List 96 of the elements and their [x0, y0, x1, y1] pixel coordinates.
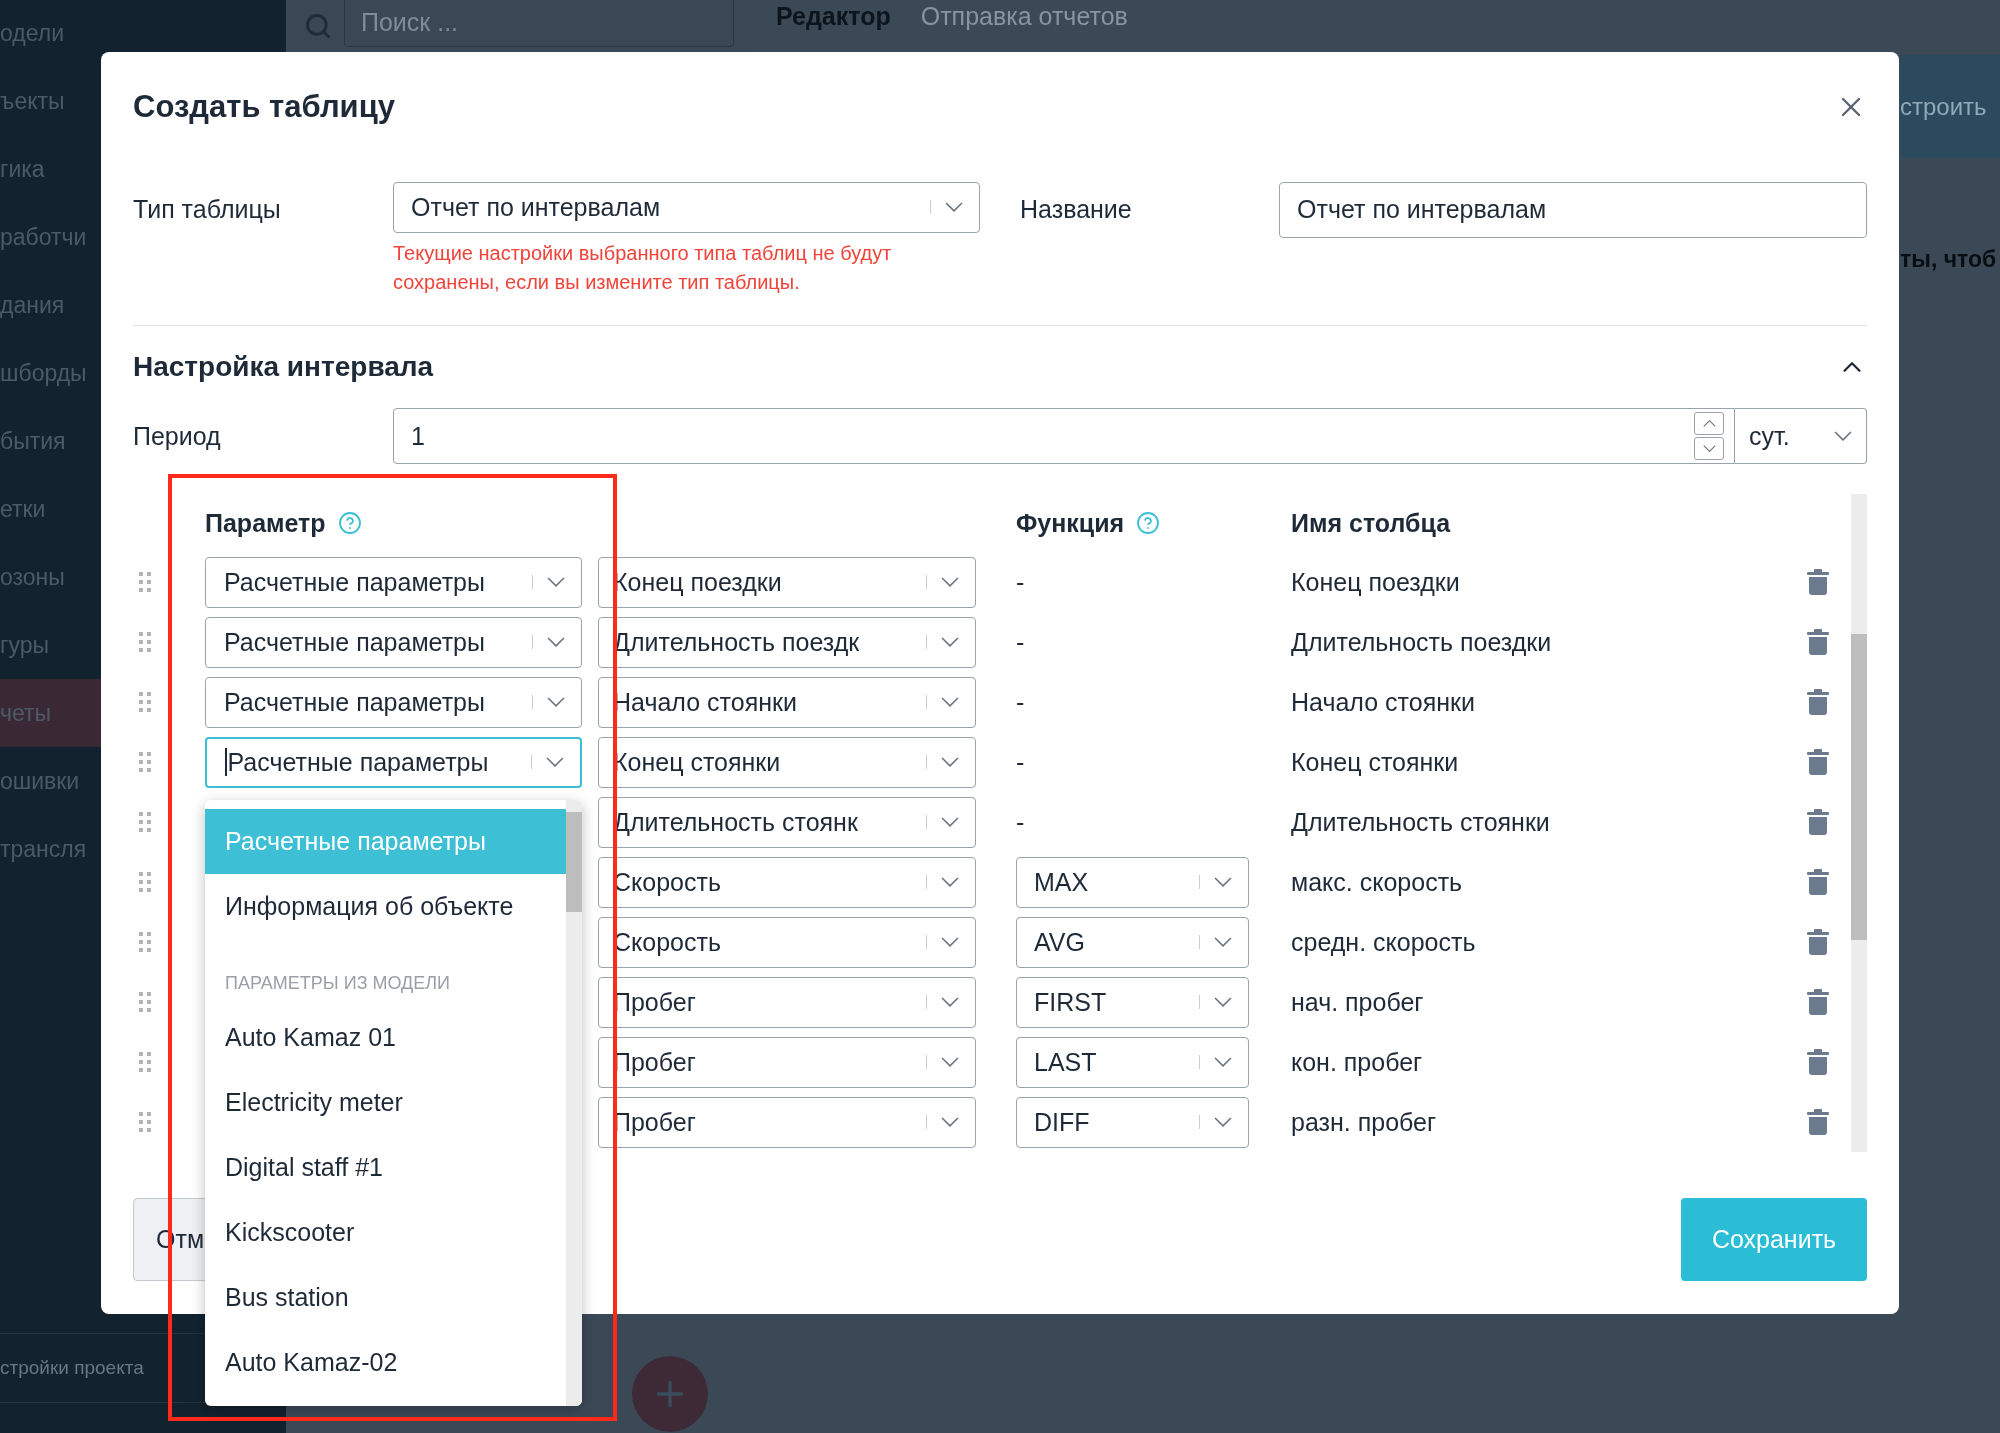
function-text: - — [1016, 747, 1026, 777]
chevron-down-icon — [1214, 1057, 1232, 1067]
chevron-down-icon — [941, 1057, 959, 1067]
chevron-down-icon — [547, 637, 565, 647]
name-field[interactable]: Отчет по интервалам — [1279, 181, 1867, 238]
column-name-text: разн. пробег — [1291, 1107, 1438, 1137]
column-header: Функция — [1016, 508, 1125, 538]
chevron-down-icon — [547, 577, 565, 587]
chevron-down-icon — [1214, 877, 1232, 887]
chevron-down-icon — [1214, 1117, 1232, 1127]
chevron-down-icon — [1214, 997, 1232, 1007]
field-label: Название — [1020, 194, 1133, 225]
chevron-down-icon — [941, 877, 959, 887]
parameter-select[interactable]: Скорость — [598, 856, 976, 908]
drag-handle-icon[interactable] — [139, 812, 151, 832]
scrollbar[interactable] — [566, 800, 582, 1406]
parameter-select[interactable]: Длительность стоянк — [598, 796, 976, 848]
chevron-down-icon — [941, 937, 959, 947]
drag-handle-icon[interactable] — [139, 752, 151, 772]
warning-text: Текущие настройки выбранного типа таблиц не будут сохранены, если вы измените тип таблицы. — [393, 240, 893, 295]
function-text: - — [1016, 567, 1026, 597]
trash-icon[interactable] — [1807, 629, 1829, 655]
period-field[interactable]: 1 — [393, 408, 1735, 464]
help-icon[interactable] — [337, 511, 362, 535]
drag-handle-icon[interactable] — [139, 932, 151, 952]
chevron-down-icon — [941, 1117, 959, 1127]
increment-button[interactable] — [1694, 412, 1724, 435]
column-name-text: макс. скорость — [1291, 867, 1464, 897]
search-icon — [304, 12, 332, 40]
chevron-up-icon — [1702, 419, 1716, 428]
unit-select[interactable]: сут. — [1735, 408, 1867, 464]
column-name-text: Конец поездки — [1291, 567, 1461, 597]
chevron-down-icon — [941, 757, 959, 767]
help-icon[interactable] — [1136, 511, 1161, 535]
function-text: - — [1016, 627, 1026, 657]
trash-icon[interactable] — [1807, 929, 1829, 955]
column-header: Параметр — [205, 508, 326, 538]
chevron-down-icon — [1214, 937, 1232, 947]
source-select[interactable]: Расчетные параметры — [205, 616, 582, 668]
group-header: ПАРАМЕТРЫ ИЗ МОДЕЛИ — [224, 971, 452, 995]
chevron-down-icon — [945, 202, 963, 212]
parameter-select[interactable]: Длительность поездк — [598, 616, 976, 668]
column-name-text: средн. скорость — [1291, 927, 1477, 957]
function-select[interactable]: LAST — [1016, 1036, 1249, 1088]
field-label: Тип таблицы — [133, 194, 282, 225]
text-cursor — [225, 748, 227, 776]
chevron-down-icon — [941, 997, 959, 1007]
drag-handle-icon[interactable] — [139, 992, 151, 1012]
drag-handle-icon[interactable] — [139, 1052, 151, 1072]
chevron-down-icon — [546, 757, 564, 767]
drag-handle-icon[interactable] — [139, 872, 151, 892]
function-select[interactable]: FIRST — [1016, 976, 1249, 1028]
drag-handle-icon[interactable] — [139, 632, 151, 652]
trash-icon[interactable] — [1807, 989, 1829, 1015]
trash-icon[interactable] — [1807, 869, 1829, 895]
action-button[interactable]: строить — [1900, 55, 2000, 158]
source-select[interactable]: Расчетные параметры — [205, 556, 582, 608]
trash-icon[interactable] — [1807, 749, 1829, 775]
trash-icon[interactable] — [1807, 1109, 1829, 1135]
column-name-text: кон. пробег — [1291, 1047, 1424, 1077]
function-select[interactable]: AVG — [1016, 916, 1249, 968]
chevron-down-icon — [941, 577, 959, 587]
chevron-down-icon — [941, 697, 959, 707]
function-text: - — [1016, 687, 1026, 717]
column-name-text: нач. пробег — [1291, 987, 1425, 1017]
column-name-text: Начало стоянки — [1291, 687, 1476, 717]
source-select[interactable]: Расчетные параметры — [205, 676, 582, 728]
trash-icon[interactable] — [1807, 1049, 1829, 1075]
column-name-text: Длительность поездки — [1291, 627, 1553, 657]
section-title: Настройка интервала — [133, 351, 434, 384]
scrollbar[interactable] — [1851, 494, 1867, 1152]
decrement-button[interactable] — [1694, 437, 1724, 460]
chevron-down-icon — [941, 637, 959, 647]
column-name-text: Длительность стоянки — [1291, 807, 1551, 837]
function-text: - — [1016, 807, 1026, 837]
trash-icon[interactable] — [1807, 689, 1829, 715]
column-name-text: Конец стоянки — [1291, 747, 1460, 777]
parameter-select[interactable]: Скорость — [598, 916, 976, 968]
field-label: Период — [133, 420, 222, 452]
table-type-select[interactable]: Отчет по интервалам — [393, 181, 980, 233]
hint-text: ты, чтоб — [1900, 246, 1998, 273]
chevron-down-icon — [1834, 431, 1852, 441]
drag-handle-icon[interactable] — [139, 572, 151, 592]
function-select[interactable]: MAX — [1016, 856, 1249, 908]
search-field[interactable]: Поиск ... — [344, 0, 734, 47]
trash-icon[interactable] — [1807, 809, 1829, 835]
column-header: Имя столбца — [1291, 508, 1451, 538]
function-select[interactable]: DIFF — [1016, 1096, 1249, 1148]
dialog-title: Создать таблицу — [133, 88, 395, 125]
drag-handle-icon[interactable] — [139, 1112, 151, 1132]
drag-handle-icon[interactable] — [139, 692, 151, 712]
chevron-down-icon — [1702, 444, 1716, 453]
source-select[interactable]: Расчетные параметры — [205, 736, 582, 788]
chevron-down-icon — [941, 817, 959, 827]
trash-icon[interactable] — [1807, 569, 1829, 595]
chevron-down-icon — [547, 697, 565, 707]
